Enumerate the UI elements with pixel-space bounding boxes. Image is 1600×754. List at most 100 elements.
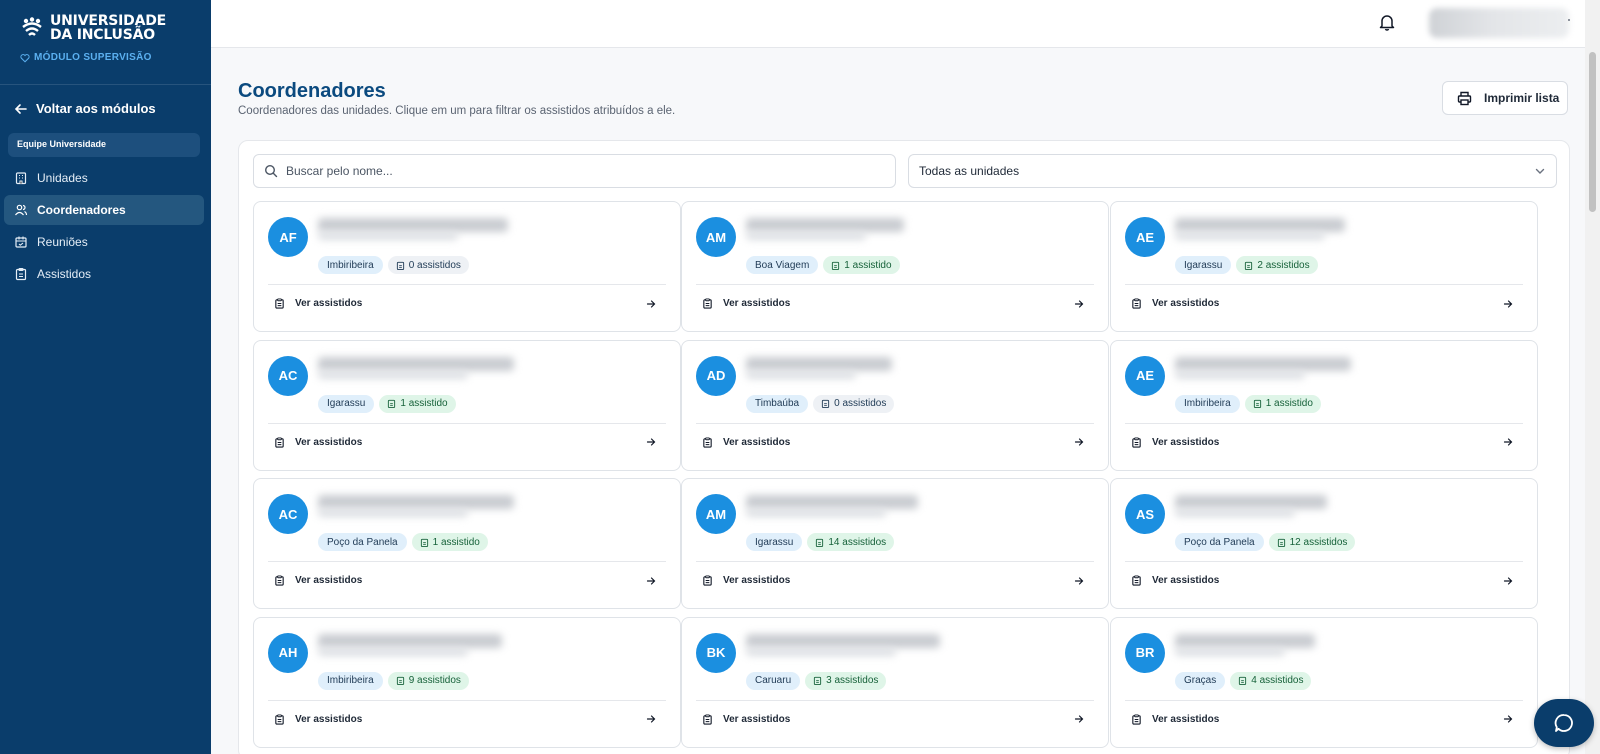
card-divider <box>696 422 1094 424</box>
clipboard-icon <box>1239 676 1247 685</box>
coordinator-email-redacted <box>318 509 468 517</box>
page-subtitle: Coordenadores das unidades. Clique em um… <box>238 105 676 117</box>
coordinator-card[interactable]: AF Imbiribeira 0 assistidos Ver assistidos <box>253 201 681 332</box>
view-assisted-label: Ver assistidos <box>1152 436 1220 448</box>
clipboard-icon <box>1277 538 1285 547</box>
user-menu[interactable] <box>1429 8 1569 38</box>
arrow-right-icon <box>1503 299 1513 308</box>
team-label: Equipe Universidade <box>17 139 107 149</box>
unit-badge: Imbiribeira <box>1175 394 1240 413</box>
view-assisted-label: Ver assistidos <box>723 298 791 309</box>
view-assisted-link[interactable]: Ver assistidos <box>274 714 656 725</box>
view-assisted-link[interactable]: Ver assistidos <box>702 437 1084 448</box>
clipboard-icon <box>1132 436 1141 448</box>
sidebar-item-label: Coordenadores <box>37 203 126 217</box>
arrow-right-icon <box>646 299 656 308</box>
assisted-count-label: 0 assistidos <box>834 398 887 409</box>
coordinator-card[interactable]: AE Igarassu 2 assistidos Ver assistidos <box>1110 201 1538 332</box>
card-divider <box>1125 422 1523 424</box>
coordinator-card[interactable]: AH Imbiribeira 9 assistidos Ver assistidos <box>253 616 681 748</box>
avatar: AH <box>268 632 308 673</box>
brand-name: UNIVERSIDADE DA INCLUSÃO <box>50 14 166 42</box>
coordinator-card[interactable]: AS Poço da Panela 12 assistidos Ver assisti… <box>1110 478 1538 609</box>
back-link-label: Voltar aos módulos <box>36 101 156 116</box>
chat-button[interactable] <box>1534 699 1594 747</box>
card-divider <box>268 284 666 285</box>
assisted-count-badge: 1 assistido <box>411 533 488 551</box>
coordinator-card[interactable]: AM Boa Viagem 1 assistido Ver assistidos <box>681 201 1109 332</box>
print-list-button[interactable]: Imprimir lista <box>1442 81 1568 115</box>
coordinator-card[interactable]: AE Imbiribeira 1 assistido Ver assistidos <box>1110 339 1538 471</box>
team-selector[interactable]: Equipe Universidade <box>8 133 200 157</box>
view-assisted-label: Ver assistidos <box>723 575 791 586</box>
view-assisted-link[interactable]: Ver assistidos <box>274 575 656 586</box>
card-badges: Imbiribeira 1 assistido <box>1175 394 1321 413</box>
clipboard-icon <box>396 261 404 270</box>
coordinator-card[interactable]: BR Graças 4 assistidos Ver assistidos <box>1110 616 1538 748</box>
card-badges: Igarassu 2 assistidos <box>1175 256 1318 274</box>
view-assisted-link[interactable]: Ver assistidos <box>702 714 1084 725</box>
search-field[interactable] <box>253 154 896 188</box>
clipboard-icon <box>703 298 712 309</box>
clipboard-icon <box>822 399 830 408</box>
coordinator-email-redacted <box>1175 370 1305 379</box>
view-assisted-link[interactable]: Ver assistidos <box>1131 575 1513 586</box>
card-badges: Graças 4 assistidos <box>1175 671 1312 690</box>
arrow-right-icon <box>1074 715 1084 723</box>
sidebar-item-assistidos[interactable]: Assistidos <box>4 259 204 289</box>
card-divider <box>268 561 666 562</box>
coordinators-panel: Todas as unidades AF Imbiribeira 0 assisti… <box>238 140 1570 754</box>
bell-icon[interactable] <box>1378 13 1396 31</box>
card-divider <box>1125 284 1523 285</box>
search-icon <box>264 164 278 178</box>
page-title: Coordenadores <box>238 80 386 102</box>
unit-badge: Imbiribeira <box>318 256 383 274</box>
unit-filter-select[interactable]: Todas as unidades <box>908 154 1557 188</box>
page-scrollbar[interactable] <box>1585 0 1600 754</box>
search-input[interactable] <box>286 164 886 178</box>
view-assisted-link[interactable]: Ver assistidos <box>274 298 656 309</box>
view-assisted-link[interactable]: Ver assistidos <box>274 437 656 448</box>
coordinator-card[interactable]: BK Caruaru 3 assistidos Ver assistidos <box>681 616 1109 748</box>
assisted-count-badge: 12 assistidos <box>1268 533 1356 551</box>
clipboard-icon <box>1132 575 1141 586</box>
coordinator-card[interactable]: AM Igarassu 14 assistidos Ver assistidos <box>681 478 1109 609</box>
assisted-count-badge: 1 assistido <box>379 394 456 413</box>
back-to-modules-link[interactable]: Voltar aos módulos <box>14 101 156 116</box>
view-assisted-link[interactable]: Ver assistidos <box>1131 298 1513 309</box>
coordinator-card[interactable]: AD Timbaúba 0 assistidos Ver assistidos <box>681 339 1109 471</box>
brand-logo-icon <box>22 17 42 36</box>
sidebar-item-coordenadores[interactable]: Coordenadores <box>4 195 204 225</box>
clipboard-icon <box>275 713 284 725</box>
assisted-count-badge: 4 assistidos <box>1230 671 1312 690</box>
view-assisted-link[interactable]: Ver assistidos <box>1131 437 1513 448</box>
arrow-right-icon <box>1503 438 1513 446</box>
unit-badge: Imbiribeira <box>318 671 383 690</box>
heart-icon <box>20 53 30 62</box>
avatar: AD <box>696 355 736 396</box>
clipboard-icon <box>275 298 284 309</box>
assisted-count-label: 1 assistido <box>400 398 448 409</box>
coordinator-email-redacted <box>746 370 856 379</box>
coordinator-email-redacted <box>746 232 866 240</box>
clipboard-icon <box>832 261 840 270</box>
coordinator-name-redacted <box>746 495 918 509</box>
coordinator-card[interactable]: AC Poço da Panela 1 assistido Ver assistido… <box>253 478 681 609</box>
top-bar <box>211 0 1585 48</box>
coordinator-name-redacted <box>746 356 892 371</box>
sidebar-item-label: Unidades <box>37 171 88 185</box>
arrow-right-icon <box>1074 576 1084 585</box>
view-assisted-label: Ver assistidos <box>723 436 791 448</box>
view-assisted-label: Ver assistidos <box>723 713 791 725</box>
view-assisted-link[interactable]: Ver assistidos <box>702 298 1084 309</box>
card-badges: Igarassu 1 assistido <box>318 394 456 413</box>
avatar: AS <box>1125 494 1165 534</box>
coordinator-card[interactable]: AC Igarassu 1 assistido Ver assistidos <box>253 339 681 471</box>
sidebar-item-reunioes[interactable]: Reuniões <box>4 227 204 257</box>
arrow-right-icon <box>1503 576 1513 585</box>
sidebar-item-unidades[interactable]: Unidades <box>4 163 204 193</box>
card-divider <box>696 699 1094 701</box>
view-assisted-link[interactable]: Ver assistidos <box>1131 714 1513 725</box>
scrollbar-thumb[interactable] <box>1589 52 1596 212</box>
view-assisted-link[interactable]: Ver assistidos <box>702 575 1084 586</box>
